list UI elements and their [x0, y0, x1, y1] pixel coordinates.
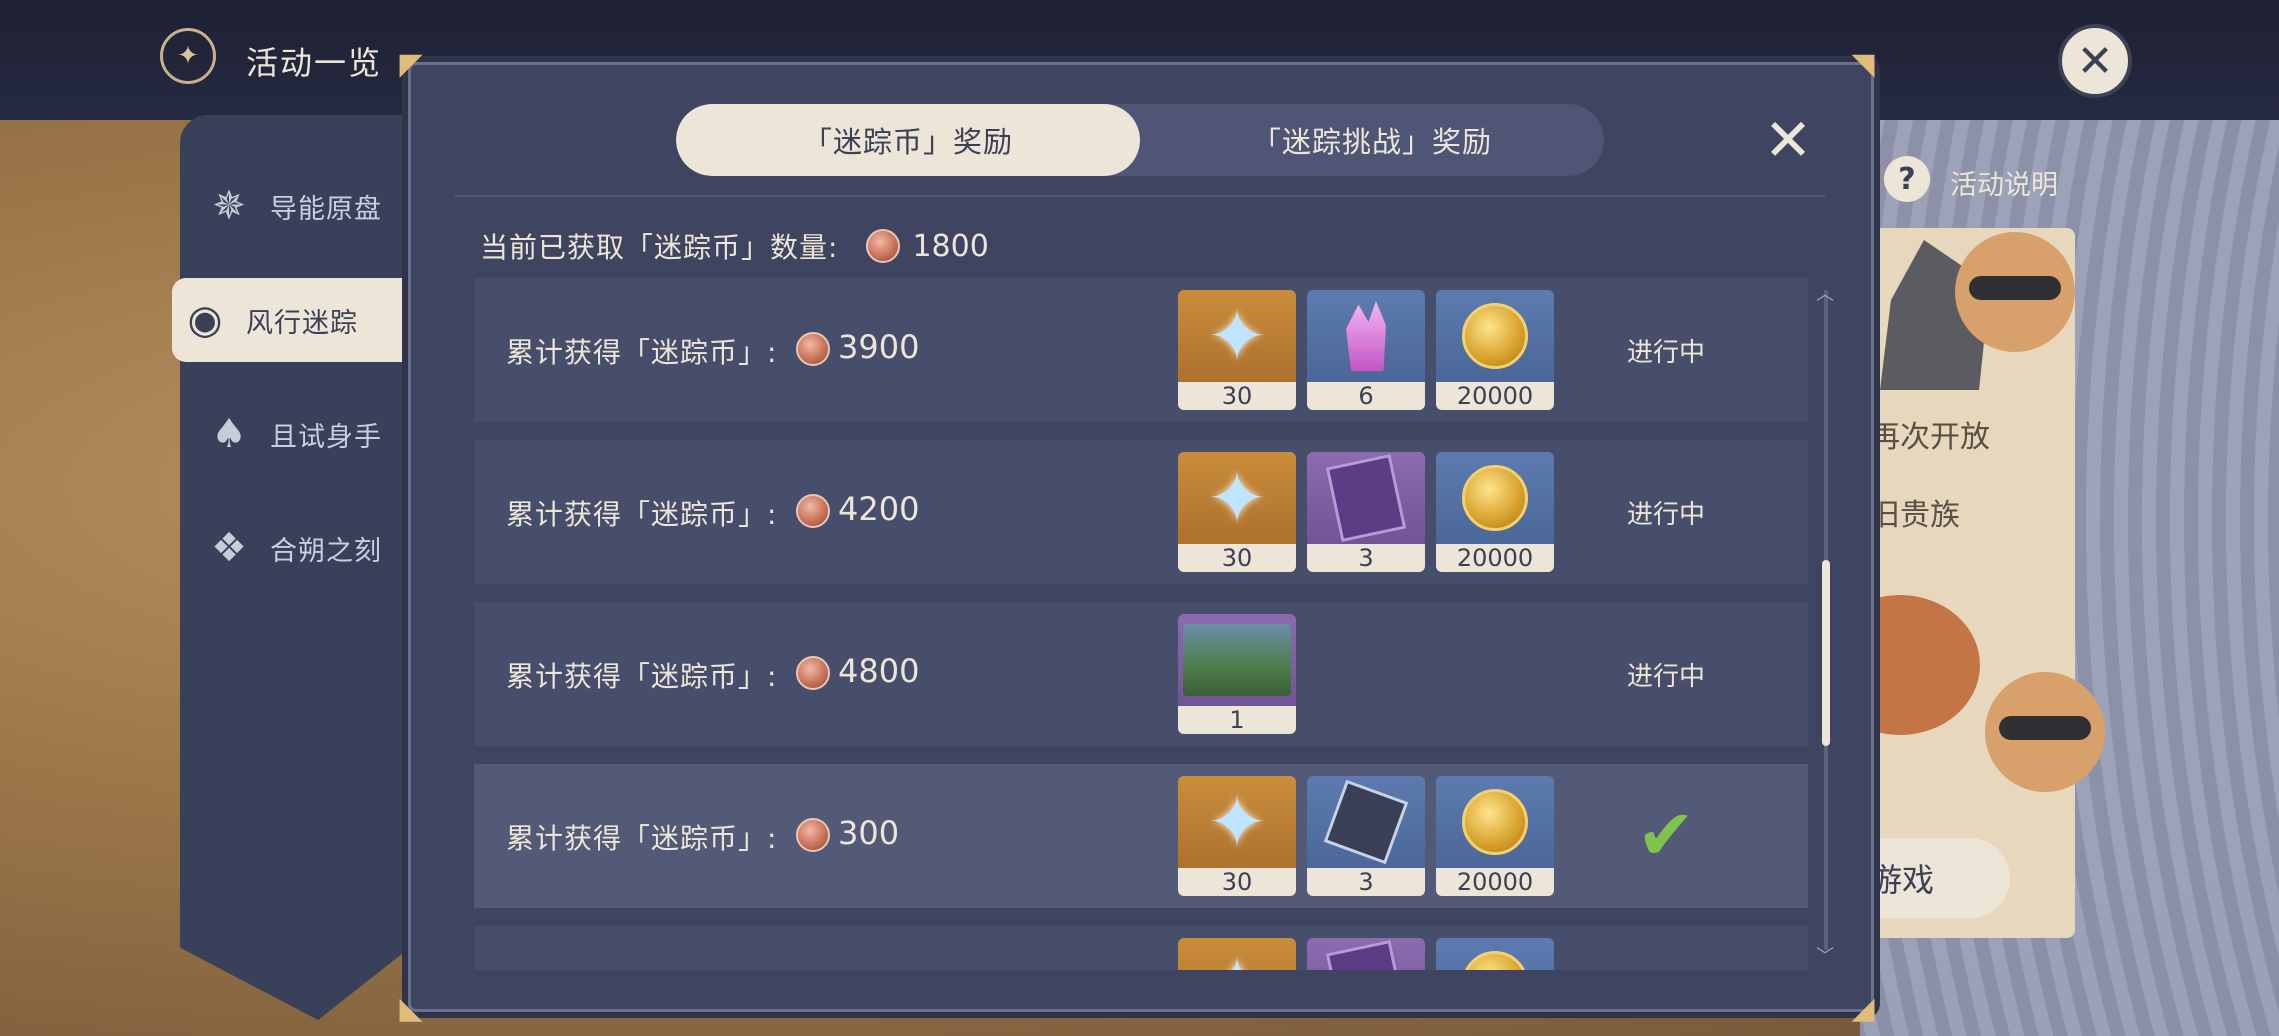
side-text-noble: 旧贵族 [1870, 498, 1960, 533]
trace-coin-icon [796, 332, 830, 366]
tab-coin-rewards[interactable]: 「迷踪币」奖励 [676, 104, 1140, 176]
reward-qty: 30 [1178, 868, 1296, 896]
sidebar-item-label: 合朔之刻 [270, 535, 382, 567]
reward-qty: 6 [1307, 382, 1425, 410]
reward-item[interactable]: 20000 [1436, 452, 1554, 572]
corner-ornament-icon: ◢ [1851, 991, 1875, 1026]
talent-book-icon [1307, 938, 1425, 970]
reward-row: 累计获得「迷踪币」: 4800 1 进行中 [474, 602, 1808, 746]
mora-icon [1436, 938, 1554, 970]
reward-row: 累计获得「迷踪币」: 3900 ✦ 30 6 20000 进行中 [474, 278, 1808, 422]
current-coin-label: 当前已获取「迷踪币」数量: [480, 231, 839, 264]
lantern-icon: ❖ [211, 525, 247, 571]
mora-icon [1436, 290, 1554, 382]
reward-item[interactable]: ✦ [1178, 938, 1296, 970]
reward-item[interactable]: 20000 [1436, 776, 1554, 896]
reward-qty: 1 [1178, 706, 1296, 734]
reward-qty: 3 [1307, 544, 1425, 572]
row-label: 累计获得「迷踪币」: [506, 498, 778, 531]
cat-illustration [1955, 232, 2075, 352]
status-in-progress: 进行中 [1626, 500, 1705, 530]
row-threshold: 4800 [838, 652, 920, 690]
trace-coin-icon [796, 656, 830, 690]
row-threshold: 4200 [838, 490, 920, 528]
close-icon: ✕ [2076, 35, 2114, 87]
sidebar-item-label: 风行迷踪 [246, 307, 358, 339]
check-icon: ✔ [1636, 794, 1696, 876]
help-icon[interactable]: ? [1884, 156, 1930, 202]
help-label[interactable]: 活动说明 [1950, 163, 2058, 202]
talent-book-icon [1307, 452, 1425, 544]
scrollbar-thumb[interactable] [1822, 560, 1830, 746]
reward-item[interactable]: 3 [1307, 452, 1425, 572]
reward-item[interactable]: 1 [1178, 614, 1296, 734]
scroll-up-icon[interactable]: ︿ [1816, 280, 1834, 306]
row-label: 累计获得「迷踪币」: [506, 660, 778, 693]
reward-qty: 3 [1307, 868, 1425, 896]
cat-mask-icon: ◉ [187, 297, 223, 343]
row-threshold: 3900 [838, 328, 920, 366]
cards-icon: ♠ [211, 411, 247, 457]
reward-tabs: 「迷踪币」奖励 「迷踪挑战」奖励 [676, 104, 1604, 176]
close-events-button[interactable]: ✕ [2058, 24, 2132, 98]
row-label: 累计获得「迷踪币」: [506, 336, 778, 369]
reward-item[interactable]: 6 [1307, 290, 1425, 410]
corner-ornament-icon: ◥ [1851, 47, 1875, 82]
corner-ornament-icon: ◤ [399, 47, 423, 82]
event-compass-icon: ✦ [160, 28, 216, 84]
reward-item[interactable]: ✦ 30 [1178, 452, 1296, 572]
primogem-icon: ✦ [1206, 780, 1268, 864]
current-coin-value: 1800 [912, 228, 989, 264]
mora-icon [1436, 776, 1554, 868]
crystal-icon [1307, 290, 1425, 382]
primogem-icon: ✦ [1206, 456, 1268, 540]
row-threshold: 300 [838, 814, 900, 852]
trace-coin-icon [866, 229, 901, 263]
close-icon: ✕ [1763, 106, 1813, 174]
reward-qty: 20000 [1436, 544, 1554, 572]
reward-item[interactable]: ✦ 30 [1178, 290, 1296, 410]
sidebar-item-label: 导能原盘 [270, 193, 382, 225]
current-coin-summary: 当前已获取「迷踪币」数量: 1800 [480, 226, 989, 266]
reward-qty: 30 [1178, 382, 1296, 410]
divider [455, 195, 1825, 197]
status-in-progress: 进行中 [1626, 662, 1705, 692]
status-in-progress: 进行中 [1626, 338, 1705, 368]
scroll-down-icon[interactable]: ﹀ [1816, 942, 1834, 968]
reward-qty: 30 [1178, 544, 1296, 572]
trace-coin-icon [796, 818, 830, 852]
reward-item[interactable]: 3 [1307, 776, 1425, 896]
reward-row: 累计获得「迷踪币」: 4200 ✦ 30 3 20000 进行中 [474, 440, 1808, 584]
weapon-ore-icon [1307, 776, 1425, 868]
reward-row: ✦ [474, 926, 1808, 970]
reward-item[interactable]: 20000 [1436, 290, 1554, 410]
page-title: 活动一览 [246, 44, 383, 82]
dialog-close-button[interactable]: ✕ [1760, 106, 1816, 174]
primogem-icon: ✦ [1178, 938, 1296, 970]
reward-item[interactable] [1436, 938, 1554, 970]
corner-ornament-icon: ◣ [399, 991, 423, 1026]
reward-list[interactable]: 累计获得「迷踪币」: 3900 ✦ 30 6 20000 进行中 累计获得「迷踪… [474, 278, 1808, 970]
compass-icon: ✵ [212, 183, 246, 229]
reward-qty: 20000 [1436, 382, 1554, 410]
reward-item[interactable]: ✦ 30 [1178, 776, 1296, 896]
side-text-reopen: 再次开放 [1870, 420, 1990, 455]
sidebar-item-wind-trace[interactable]: ◉ 风行迷踪 [172, 278, 402, 362]
cat-illustration [1985, 672, 2105, 792]
primogem-icon: ✦ [1206, 294, 1268, 378]
row-label: 累计获得「迷踪币」: [506, 822, 778, 855]
reward-qty: 20000 [1436, 868, 1554, 896]
reward-row: 累计获得「迷踪币」: 300 ✦ 30 3 20000 ✔ [474, 764, 1808, 908]
reward-item[interactable] [1307, 938, 1425, 970]
sidebar-item-label: 且试身手 [270, 421, 382, 453]
mora-icon [1436, 452, 1554, 544]
namecard-icon [1178, 614, 1296, 706]
trace-coin-icon [796, 494, 830, 528]
tab-challenge-rewards[interactable]: 「迷踪挑战」奖励 [1140, 104, 1604, 176]
